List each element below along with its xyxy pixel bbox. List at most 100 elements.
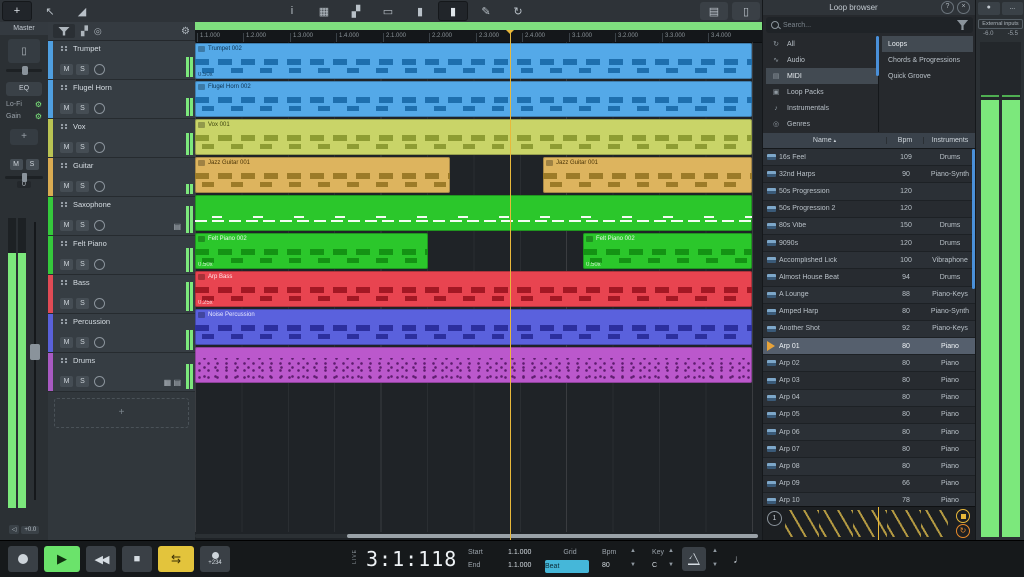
track-solo-button[interactable]: S [76,337,89,348]
loop-row[interactable]: Arp 06 80 Piano [763,424,976,441]
loop-button[interactable]: ⇆ [158,546,194,572]
track-arm-button[interactable] [94,220,105,231]
key-stepper[interactable]: ▲▼ [668,548,674,568]
track-drag-handle-icon[interactable] [60,357,68,364]
track-drag-handle-icon[interactable] [60,123,68,130]
loop-row[interactable]: Arp 01 80 Piano [763,338,976,355]
master-mute-button[interactable]: M [10,159,23,170]
track-mute-button[interactable]: M [60,220,73,231]
track-solo-button[interactable]: S [76,64,89,75]
track-arm-button[interactable] [94,337,105,348]
audio-clip[interactable]: Noise Percussion [195,309,752,345]
track-arm-button[interactable] [94,259,105,270]
preview-stop-button[interactable] [956,509,970,523]
toolbar-center-button[interactable]: ▦ [310,2,338,20]
add-track-dropzone[interactable]: + [54,398,189,428]
arrangement-area[interactable]: 1.1.0001.2.0001.3.0001.4.0002.1.0002.2.0… [195,22,762,540]
track-header[interactable]: Felt Piano M S [48,236,195,275]
track-mute-button[interactable]: M [60,181,73,192]
input-more-button[interactable]: ... [1002,2,1024,15]
track-arm-button[interactable] [94,376,105,387]
loop-row[interactable]: Amped Harp 80 Piano-Synth [763,304,976,321]
track-name[interactable]: Flugel Horn [73,83,112,92]
playhead-marker[interactable] [506,30,514,38]
subcategory-item[interactable]: Loops [882,36,973,52]
metronome-button[interactable] [682,547,706,571]
close-button[interactable]: × [957,1,970,14]
toolbar-center-button[interactable]: ▮ [406,2,434,20]
horizontal-scrollbar-thumb[interactable] [347,534,758,538]
track-solo-button[interactable]: S [76,220,89,231]
toolbar-center-button[interactable]: ✎ [472,2,500,20]
subcategory-item[interactable]: Chords & Progressions [882,52,973,68]
track-drag-handle-icon[interactable] [60,201,68,208]
preview-slot-number[interactable]: 1 [767,511,782,526]
time-signature-stepper[interactable]: ▲▼ [712,548,718,568]
track-mute-button[interactable]: M [60,103,73,114]
audio-clip[interactable]: Flugel Horn 002 [195,81,752,117]
track-arm-button[interactable] [94,142,105,153]
track-filter-button[interactable] [53,24,75,38]
filter-icon[interactable] [957,20,968,30]
loop-row[interactable]: 80s Vibe 150 Drums [763,218,976,235]
loop-row[interactable]: 50s Progression 2 120 [763,201,976,218]
help-button[interactable]: ? [941,1,954,14]
toolbar-center-button[interactable]: ↻ [504,2,532,20]
master-speaker-icon[interactable]: ◁ [9,525,20,534]
category-item[interactable]: ◎ Genres [766,116,878,132]
track-mute-button[interactable]: M [60,337,73,348]
track-name[interactable]: Saxophone [73,200,111,209]
bpm-stepper[interactable]: ▲▼ [630,548,636,568]
loop-row[interactable]: Arp 08 80 Piano [763,458,976,475]
track-header[interactable]: Flugel Horn M S [48,80,195,119]
track-solo-button[interactable]: S [76,103,89,114]
track-drag-handle-icon[interactable] [60,162,68,169]
toolbar-center-button[interactable]: ▞ [342,2,370,20]
track-name[interactable]: Drums [73,356,95,365]
loop-row[interactable]: A Lounge 88 Piano-Keys [763,287,976,304]
category-item[interactable]: ∿ Audio [766,52,878,68]
track-panel-gear-icon[interactable]: ⚙ [181,26,190,37]
track-arm-button[interactable] [94,103,105,114]
track-drag-handle-icon[interactable] [60,318,68,325]
track-name[interactable]: Guitar [73,161,93,170]
audio-clip[interactable] [195,195,752,231]
stop-button[interactable]: ■ [122,546,152,572]
category-item[interactable]: ↻ All [766,36,878,52]
category-item[interactable]: ♪ Instrumentals [766,100,878,116]
subcategory-item[interactable]: Quick Groove [882,68,973,84]
loop-row[interactable]: 32nd Harps 90 Piano-Synth [763,166,976,183]
rewind-button[interactable]: ◀◀ [86,546,116,572]
audio-clip[interactable]: Felt Piano 002 0.50x [195,233,428,269]
loop-row[interactable]: Another Shot 92 Piano-Keys [763,321,976,338]
master-top-slider[interactable] [6,69,42,72]
master-add-effect-button[interactable]: + [10,129,38,145]
audio-clip[interactable]: Vox 001 [195,119,752,155]
toolbar-right-button[interactable]: ▤ [700,2,728,20]
loop-row[interactable]: 50s Progression 120 [763,183,976,200]
bpm-value[interactable]: 80 [602,559,616,572]
master-pan-slider[interactable] [5,176,43,179]
key-value[interactable]: C [652,559,664,572]
instruments-header[interactable]: Instruments [923,137,976,144]
track-solo-button[interactable]: S [76,298,89,309]
track-header[interactable]: Percussion M S [48,314,195,353]
automation-icon[interactable]: ◎ [94,26,102,37]
audio-clip[interactable]: Jazz Guitar 001 [195,157,450,193]
grid-value-button[interactable]: Beat [545,560,589,573]
note-value-button[interactable]: ♩ [726,547,752,571]
toolbar-tool-button[interactable]: ◢ [68,2,96,20]
master-eq-button[interactable]: EQ [6,82,42,96]
track-extra-icons[interactable]: ▦ ▤ [164,378,181,387]
master-volume-fader[interactable] [34,222,36,500]
track-solo-button[interactable]: S [76,376,89,387]
track-drag-handle-icon[interactable] [60,279,68,286]
loop-row[interactable]: 16s Feel 109 Drums [763,149,976,166]
track-extra-icons[interactable]: ▤ [173,222,181,231]
track-drag-handle-icon[interactable] [60,240,68,247]
toolbar-tool-button[interactable]: ↖ [36,2,64,20]
track-drag-handle-icon[interactable] [60,45,68,52]
track-name[interactable]: Trumpet [73,44,101,53]
loop-row[interactable]: Arp 09 66 Piano [763,476,976,493]
loop-row[interactable]: Arp 07 80 Piano [763,441,976,458]
